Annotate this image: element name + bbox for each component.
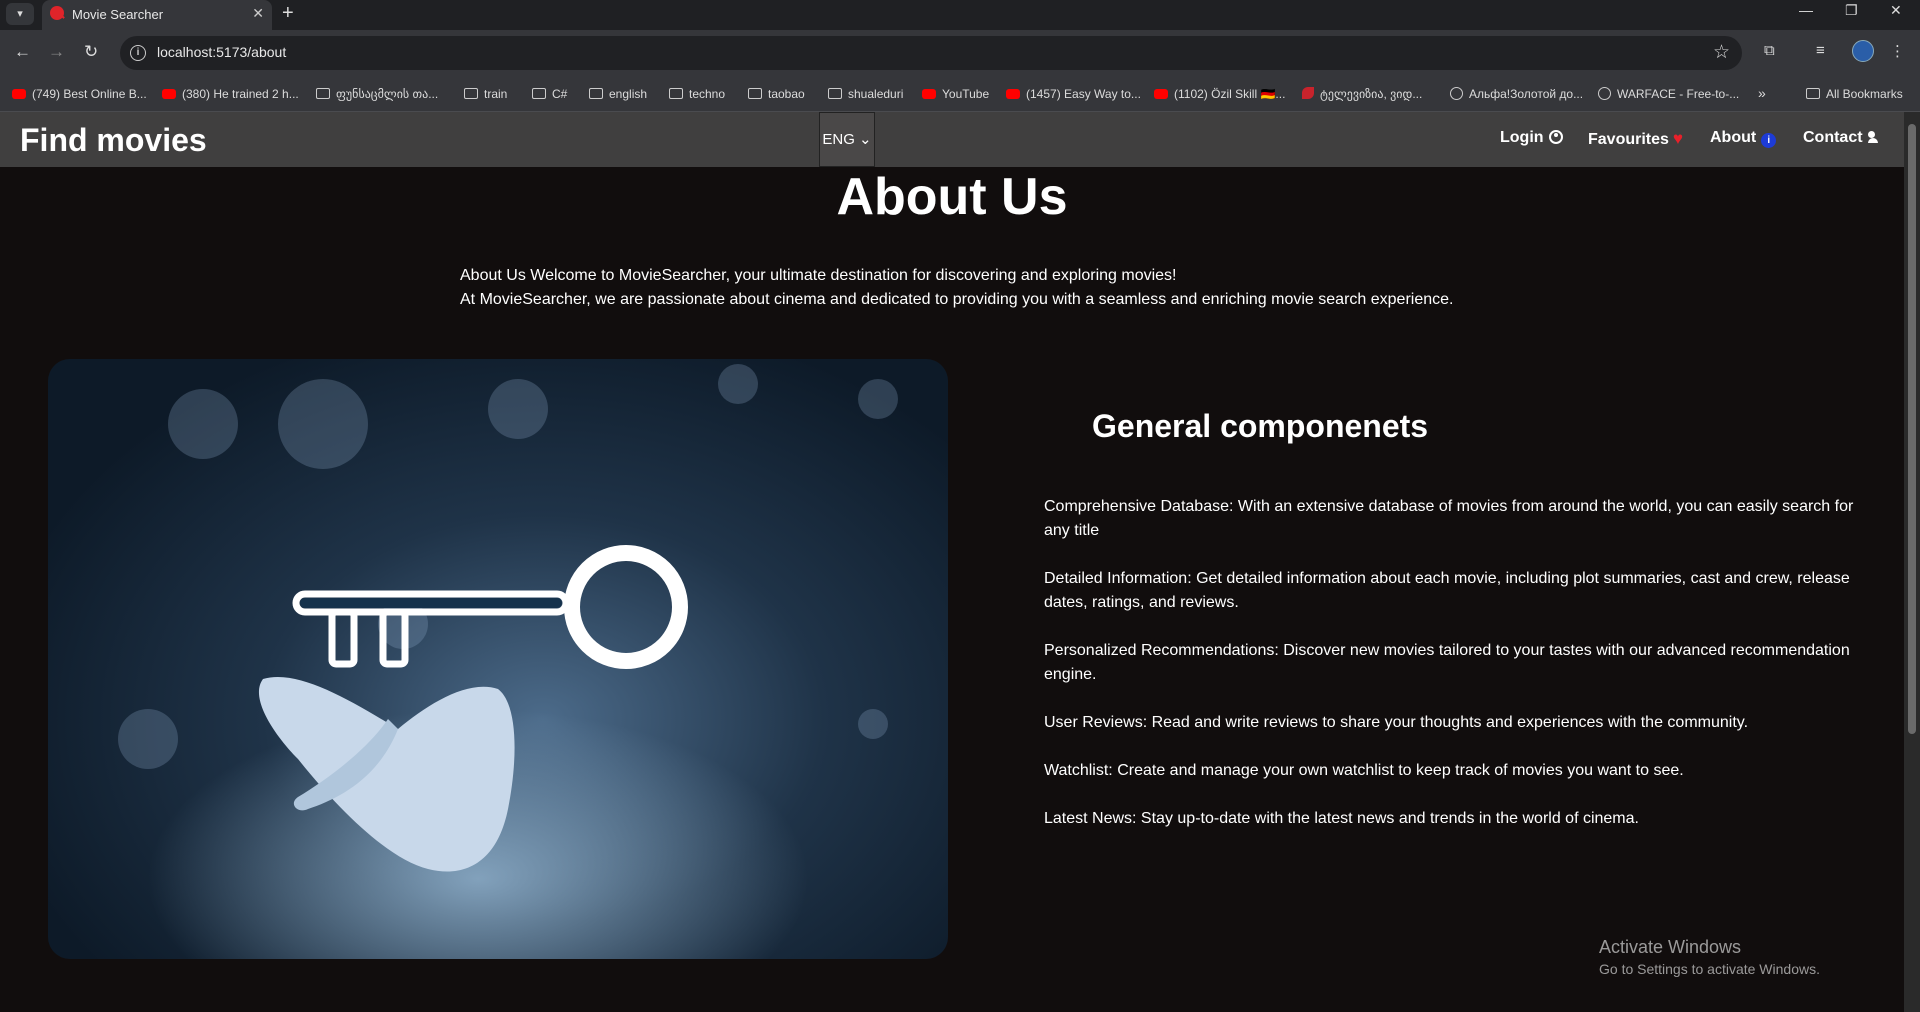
bookmark-folder[interactable]: shualeduri — [828, 87, 903, 101]
active-tab[interactable]: Movie Searcher ✕ — [42, 0, 272, 30]
watermark-line: Activate Windows — [1599, 937, 1742, 957]
nav-favourites[interactable]: Favourites ♥ — [1588, 129, 1683, 149]
bookmark-item[interactable]: (1457) Easy Way to... — [1006, 87, 1141, 101]
bookmark-folder[interactable]: taobao — [748, 87, 805, 101]
youtube-icon — [1006, 89, 1020, 99]
user-plus-icon — [1867, 131, 1884, 143]
new-tab-icon[interactable]: + — [282, 2, 294, 25]
folder-icon — [748, 88, 762, 99]
forward-icon[interactable]: → — [48, 42, 65, 62]
youtube-icon — [12, 89, 26, 99]
nav-about[interactable]: About i — [1710, 129, 1777, 148]
site-icon — [1302, 87, 1314, 99]
bookmark-folder[interactable]: english — [589, 87, 647, 101]
folder-icon — [669, 88, 683, 99]
bookmark-folder[interactable]: C# — [532, 87, 567, 101]
bookmark-folder[interactable]: techno — [669, 87, 725, 101]
list-item: Comprehensive Database: With an extensiv… — [1044, 498, 1854, 539]
nav-contact[interactable]: Contact — [1803, 129, 1884, 147]
bookmark-item[interactable]: WARFACE - Free-to-... — [1598, 87, 1739, 101]
list-item: Watchlist: Create and manage your own wa… — [1044, 762, 1684, 779]
bookmark-item[interactable]: YouTube — [922, 87, 989, 101]
site-info-icon[interactable]: i — [130, 45, 146, 61]
scrollbar-thumb[interactable] — [1908, 124, 1916, 734]
back-icon[interactable]: ← — [14, 42, 31, 62]
bookmark-star-icon[interactable]: ☆ — [1713, 41, 1730, 64]
window-close-icon[interactable]: ✕ — [1890, 2, 1902, 19]
globe-icon — [1598, 87, 1611, 100]
folder-icon — [828, 88, 842, 99]
folder-icon — [532, 88, 546, 99]
list-item: Latest News: Stay up-to-date with the la… — [1044, 810, 1639, 827]
reload-icon[interactable]: ↻ — [84, 42, 98, 62]
folder-icon — [1806, 88, 1820, 99]
tab-title: Movie Searcher — [72, 7, 164, 22]
bookmark-folder[interactable]: train — [464, 87, 507, 101]
folder-icon — [464, 88, 478, 99]
folder-icon — [589, 88, 603, 99]
chevron-down-icon: ⌄ — [859, 131, 872, 148]
tab-close-icon[interactable]: ✕ — [252, 5, 264, 22]
media-controls-icon[interactable]: ≡ — [1816, 42, 1825, 59]
page-viewport: Find movies ENG ⌄ Login Favourites ♥ Abou… — [0, 112, 1904, 1012]
bookmark-item[interactable]: Альфа!Золотой до... — [1450, 87, 1583, 101]
activate-windows-watermark: Activate Windows Go to Settings to activ… — [1599, 937, 1820, 977]
globe-icon — [1450, 87, 1463, 100]
tab-search-button[interactable]: ▾ — [6, 3, 34, 25]
nav-login[interactable]: Login — [1500, 129, 1563, 147]
language-select[interactable]: ENG ⌄ — [819, 112, 875, 167]
extensions-icon[interactable]: ⧉ — [1764, 42, 1775, 59]
minimize-icon[interactable]: — — [1799, 2, 1813, 18]
components-title: General componenets — [1092, 408, 1429, 444]
url-text[interactable]: localhost:5173/about — [157, 44, 286, 60]
browser-toolbar: ← → ↻ i localhost:5173/about ☆ ⧉ ≡ ⋮ — [0, 30, 1920, 78]
bookmarks-bar: (749) Best Online B... (380) He trained … — [0, 78, 1920, 112]
list-item: Personalized Recommendations: Discover n… — [1044, 642, 1850, 683]
search-favicon-icon — [50, 6, 64, 20]
brand-logo[interactable]: Find movies — [20, 122, 207, 159]
bookmark-item[interactable]: (380) He trained 2 h... — [162, 87, 299, 101]
menu-kebab-icon[interactable]: ⋮ — [1890, 42, 1905, 60]
bookmark-item[interactable]: (1102) Özil Skill 🇩🇪... — [1154, 87, 1285, 101]
heart-icon: ♥ — [1672, 129, 1684, 148]
youtube-icon — [922, 89, 936, 99]
profile-avatar[interactable] — [1852, 40, 1874, 62]
list-item: User Reviews: Read and write reviews to … — [1044, 714, 1749, 731]
intro-line: At MovieSearcher, we are passionate abou… — [460, 291, 1454, 308]
key-icon — [148, 545, 808, 959]
restore-icon[interactable]: ❐ — [1845, 2, 1858, 19]
intro-line: About Us Welcome to MovieSearcher, your … — [460, 267, 1177, 284]
more-bookmarks-icon[interactable]: » — [1758, 85, 1766, 101]
site-navbar: Find movies ENG ⌄ Login Favourites ♥ Abou… — [0, 112, 1904, 167]
page-title: About Us — [836, 168, 1068, 226]
youtube-icon — [162, 89, 176, 99]
bookmark-folder[interactable]: ფუნსაცმლის თა... — [316, 87, 438, 101]
page-scrollbar[interactable] — [1904, 112, 1920, 1012]
user-circle-icon — [1548, 130, 1563, 144]
address-bar[interactable]: i localhost:5173/about ☆ — [120, 36, 1742, 70]
tab-strip: ▾ Movie Searcher ✕ + — ❐ ✕ — [0, 0, 1920, 30]
bookmark-item[interactable]: (749) Best Online B... — [12, 87, 147, 101]
folder-icon — [316, 88, 330, 99]
youtube-icon — [1154, 89, 1168, 99]
info-icon: i — [1761, 133, 1777, 148]
all-bookmarks[interactable]: All Bookmarks — [1806, 87, 1903, 101]
components-list: Comprehensive Database: With an extensiv… — [1044, 495, 1854, 855]
watermark-line: Go to Settings to activate Windows. — [1599, 961, 1820, 977]
key-hand-image — [48, 359, 948, 959]
bookmark-item[interactable]: ტელევიზია, ვიდ... — [1302, 87, 1422, 101]
intro-text: About Us Welcome to MovieSearcher, your … — [460, 264, 1453, 312]
list-item: Detailed Information: Get detailed infor… — [1044, 570, 1850, 611]
